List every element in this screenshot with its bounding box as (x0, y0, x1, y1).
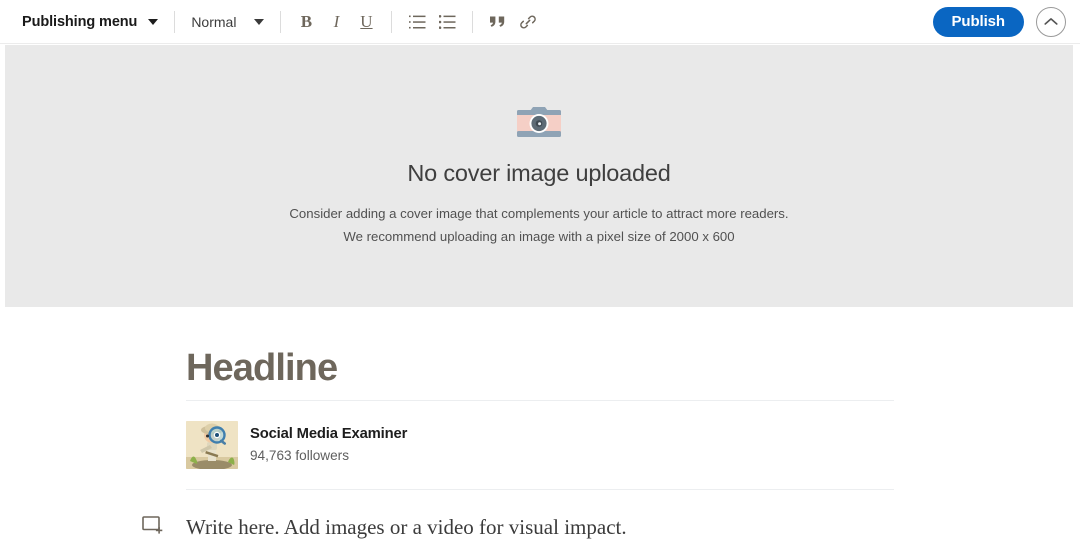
blockquote-button[interactable] (483, 7, 513, 37)
publishing-menu-button[interactable]: Publishing menu (16, 10, 164, 34)
bold-button[interactable]: B (291, 7, 321, 37)
author-byline[interactable]: Social Media Examiner 94,763 followers (186, 401, 894, 489)
camera-icon (515, 103, 563, 146)
toolbar-actions: Publish (932, 6, 1080, 37)
chevron-up-icon (1044, 18, 1058, 25)
bulleted-list-icon (438, 14, 456, 29)
cover-empty-title: No cover image uploaded (407, 160, 671, 187)
toolbar-divider (280, 10, 282, 33)
add-content-icon (142, 516, 163, 534)
text-format-group: B I U (291, 0, 381, 43)
cover-image-upload-area[interactable]: No cover image uploaded Consider adding … (5, 45, 1073, 307)
quote-icon (490, 16, 505, 27)
text-style-dropdown[interactable]: Normal (185, 10, 270, 34)
editor-toolbar: Publishing menu Normal B I U Publish (0, 0, 1080, 44)
cover-hint-line-2: We recommend uploading an image with a p… (343, 229, 735, 244)
author-follower-count: 94,763 followers (250, 447, 349, 463)
cover-hint-line-1: Consider adding a cover image that compl… (289, 206, 789, 222)
underline-button[interactable]: U (351, 7, 381, 37)
chevron-down-icon (254, 18, 265, 25)
ordered-list-button[interactable] (402, 7, 432, 37)
author-divider (186, 488, 894, 490)
headline-input[interactable]: Headline (186, 330, 894, 400)
ordered-list-icon (408, 15, 426, 28)
publish-button[interactable]: Publish (932, 6, 1024, 37)
publishing-menu-label: Publishing menu (22, 13, 138, 30)
add-content-button[interactable] (142, 512, 172, 541)
toolbar-divider (391, 10, 393, 33)
author-name: Social Media Examiner (250, 425, 408, 442)
italic-button[interactable]: I (321, 7, 351, 37)
text-style-label: Normal (191, 13, 237, 30)
article-editor: Headline Social Media Examiner 94,763 fo… (186, 330, 894, 490)
avatar (186, 420, 238, 469)
chevron-down-icon (148, 18, 159, 25)
author-info: Social Media Examiner 94,763 followers (250, 425, 407, 465)
link-icon (520, 14, 537, 29)
article-body-row: Write here. Add images or a video for vi… (142, 512, 627, 542)
bulleted-list-button[interactable] (432, 7, 462, 37)
link-button[interactable] (513, 7, 543, 37)
toolbar-divider (174, 10, 176, 33)
insert-group (483, 0, 543, 43)
list-format-group (402, 0, 462, 43)
collapse-toolbar-button[interactable] (1036, 6, 1066, 37)
article-body-input[interactable]: Write here. Add images or a video for vi… (186, 512, 627, 542)
toolbar-divider (472, 10, 474, 33)
